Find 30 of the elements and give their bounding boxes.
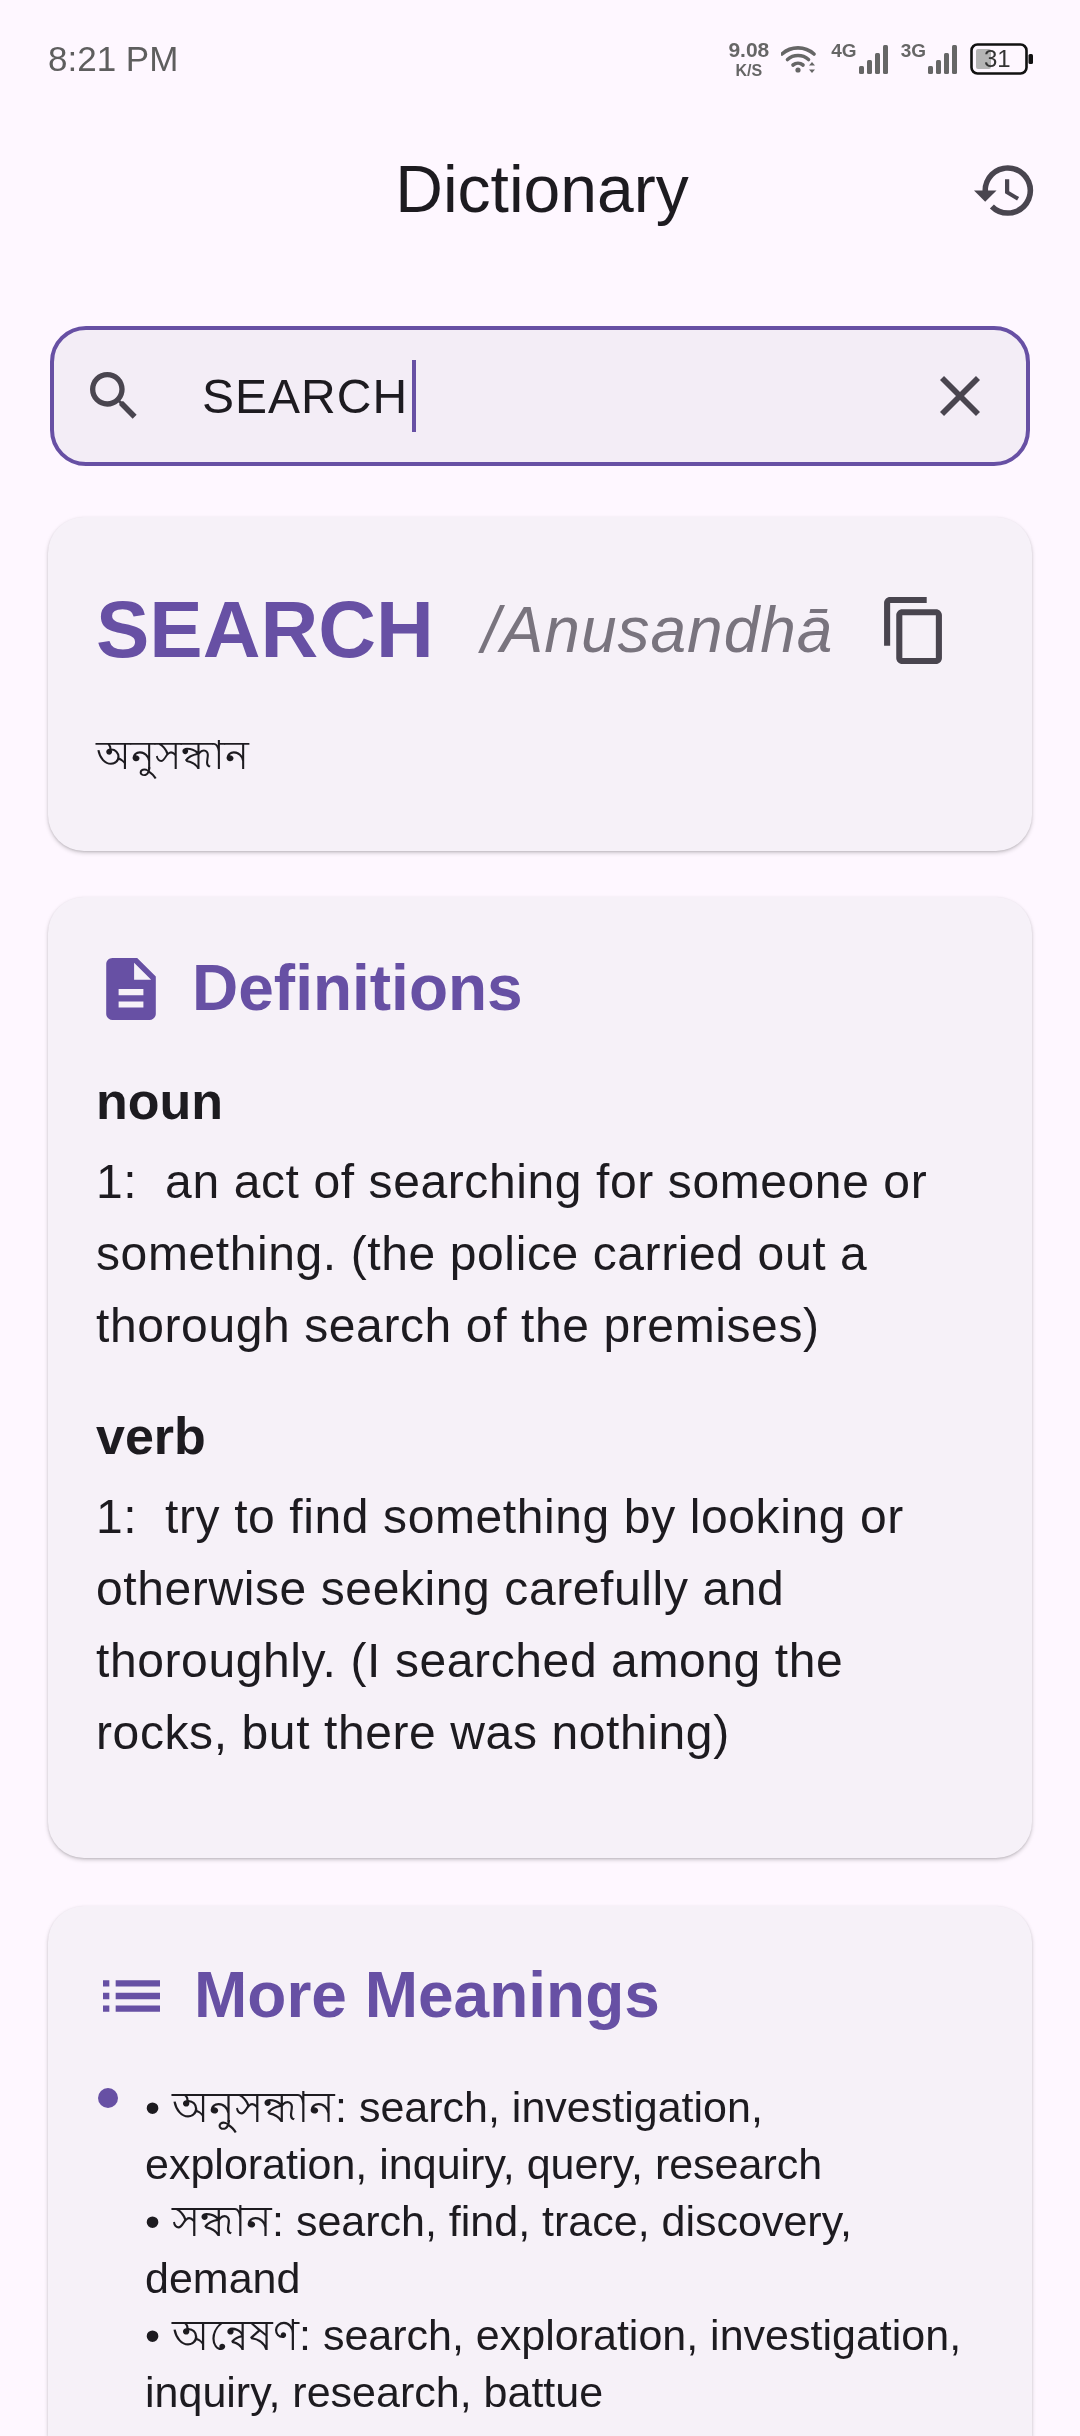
search-icon: [90, 372, 138, 420]
bullet-icon: [98, 2088, 118, 2108]
signal-icon: [928, 44, 958, 74]
network-speed-value: 9.08: [728, 39, 770, 60]
battery-percent: 31: [984, 46, 1011, 72]
battery-icon: [970, 43, 1034, 75]
status-time: 8:21 PM: [48, 39, 179, 79]
part-of-speech: noun: [96, 1071, 225, 1132]
meaning-text: • সন্ধান: search, find, trace, discovery, demand: [145, 2196, 853, 2304]
section-title: Definitions: [192, 951, 523, 1026]
search-field[interactable]: SEARCH: [50, 326, 1030, 466]
history-icon[interactable]: [974, 164, 1036, 216]
network-type-label: 4G: [831, 40, 857, 60]
definition-text: 1: an act of searching for someone or something. (the police carried out a thorough search of the premises): [96, 1154, 929, 1354]
network-speed-unit: K/S: [735, 63, 763, 79]
network-type-label: 3G: [900, 40, 926, 60]
part-of-speech: verb: [96, 1406, 207, 1467]
meaning-text: • অন্বেষণ: search, exploration, investigation, inquiry, research, battue: [145, 2310, 963, 2418]
list-icon: [103, 1979, 160, 2012]
document-icon: [106, 957, 156, 1020]
signal-icon: [858, 44, 889, 74]
copy-icon[interactable]: [884, 596, 942, 664]
app-title: Dictionary: [395, 151, 689, 229]
text-cursor-icon: [412, 360, 417, 432]
definition-text: 1: try to find something by looking or otherwise seeking carefully and thoroughly. (I searched among the rocks, but there was nothing): [96, 1489, 905, 1761]
translation-text: অনুসন্ধান: [96, 732, 251, 781]
meaning-text: • অনুসন্ধান: search, investigation, exploration, inquiry, query, research: [145, 2082, 824, 2190]
word-title: SEARCH: [96, 584, 434, 676]
section-title: More Meanings: [194, 1958, 660, 2033]
close-icon[interactable]: [940, 376, 980, 416]
